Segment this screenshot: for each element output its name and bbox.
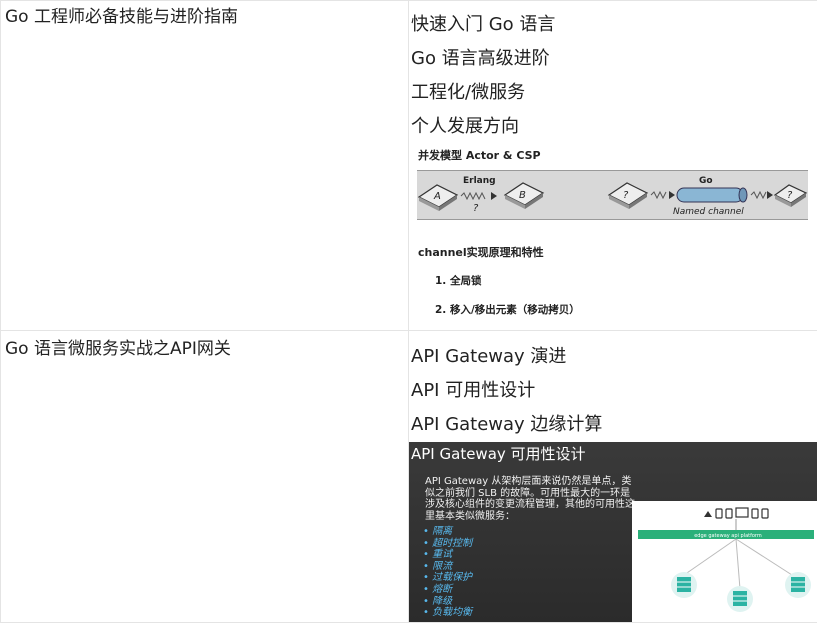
table-row: Go 语言微服务实战之API网关 API Gateway 演进 API 可用性设… (1, 331, 817, 623)
topic-item: 个人发展方向 (409, 110, 817, 144)
channel-pipe-icon (677, 188, 743, 202)
topic-item: Go 语言高级进阶 (409, 42, 817, 76)
go-sender-q: ? (623, 190, 629, 201)
list-item: 降级 (423, 596, 472, 608)
topic-item: 工程化/微服务 (409, 76, 817, 110)
slide-title: API Gateway 可用性设计 (411, 443, 586, 464)
list-item: 重试 (423, 549, 472, 561)
arrow-icon (767, 191, 773, 199)
service-server-icon (727, 586, 753, 612)
connector-line (684, 539, 736, 575)
topic-item: 快速入门 Go 语言 (409, 8, 817, 42)
topic-list: 快速入门 Go 语言 Go 语言高级进阶 工程化/微服务 个人发展方向 (409, 1, 817, 144)
course-cell: Go 工程师必备技能与进阶指南 (1, 1, 409, 331)
connector-line (736, 539, 740, 589)
content-table: Go 工程师必备技能与进阶指南 快速入门 Go 语言 Go 语言高级进阶 工程化… (0, 0, 817, 623)
arrow-icon (669, 191, 675, 199)
list-item: 超时控制 (423, 538, 472, 550)
table-row: Go 工程师必备技能与进阶指南 快速入门 Go 语言 Go 语言高级进阶 工程化… (1, 1, 817, 331)
topic-list: API Gateway 演进 API 可用性设计 API Gateway 边缘计… (409, 331, 817, 442)
list-item: 限流 (423, 561, 472, 573)
gateway-topology: edge gateway api platform (632, 501, 817, 622)
wave-icon (651, 192, 666, 198)
list-item: 隔离 (423, 526, 472, 538)
wave-icon (751, 192, 766, 198)
figure-subheading: channel实现原理和特性 (418, 244, 544, 260)
model-band: A Erlang ? B (417, 170, 808, 220)
service-server-icon (785, 572, 811, 598)
topic-item: API Gateway 演进 (409, 340, 817, 374)
actor-csp-diagram: A Erlang ? B (417, 171, 808, 219)
list-item: 过载保护 (423, 572, 472, 584)
erlang-label: Erlang (463, 176, 496, 186)
course-title: Go 语言微服务实战之API网关 (1, 331, 408, 359)
concurrency-figure: 并发模型 Actor & CSP A Erlang ? (409, 144, 817, 330)
gateway-diagram: edge gateway api platform (632, 501, 817, 622)
figure-list-item: 1. 全局锁 (435, 273, 481, 288)
slide-bullets: 隔离 超时控制 重试 限流 过载保护 熔断 降级 负载均衡 (423, 526, 472, 619)
course-title: Go 工程师必备技能与进阶指南 (1, 1, 408, 27)
gateway-slide: API Gateway 可用性设计 API Gateway 从架构层面来说仍然是… (409, 442, 817, 622)
wave-icon (461, 193, 485, 199)
list-item: 负载均衡 (423, 607, 472, 619)
node-b-label: B (519, 190, 526, 201)
content-cell: 快速入门 Go 语言 Go 语言高级进阶 工程化/微服务 个人发展方向 并发模型… (409, 1, 817, 331)
go-receiver-q: ? (787, 190, 793, 201)
content-cell: API Gateway 演进 API 可用性设计 API Gateway 边缘计… (409, 331, 817, 623)
arrow-icon (491, 192, 497, 200)
service-server-icon (671, 572, 697, 598)
msg-question: ? (473, 203, 479, 214)
list-item: 熔断 (423, 584, 472, 596)
node-a-label: A (433, 191, 441, 202)
gateway-bar-label: edge gateway api platform (694, 533, 762, 539)
client-devices-icon (704, 508, 768, 518)
slide-paragraph: API Gateway 从架构层面来说仍然是单点，类似之前我们 SLB 的故障。… (425, 476, 637, 522)
channel-end-icon (739, 188, 747, 202)
course-cell: Go 语言微服务实战之API网关 (1, 331, 409, 623)
topic-item: API 可用性设计 (409, 374, 817, 408)
topic-item: API Gateway 边缘计算 (409, 408, 817, 442)
go-label: Go (699, 176, 713, 186)
connector-line (736, 539, 792, 575)
figure-heading: 并发模型 Actor & CSP (418, 147, 541, 163)
figure-list-item: 2. 移入/移出元素（移动拷贝） (435, 302, 580, 317)
named-channel-label: Named channel (673, 207, 744, 217)
